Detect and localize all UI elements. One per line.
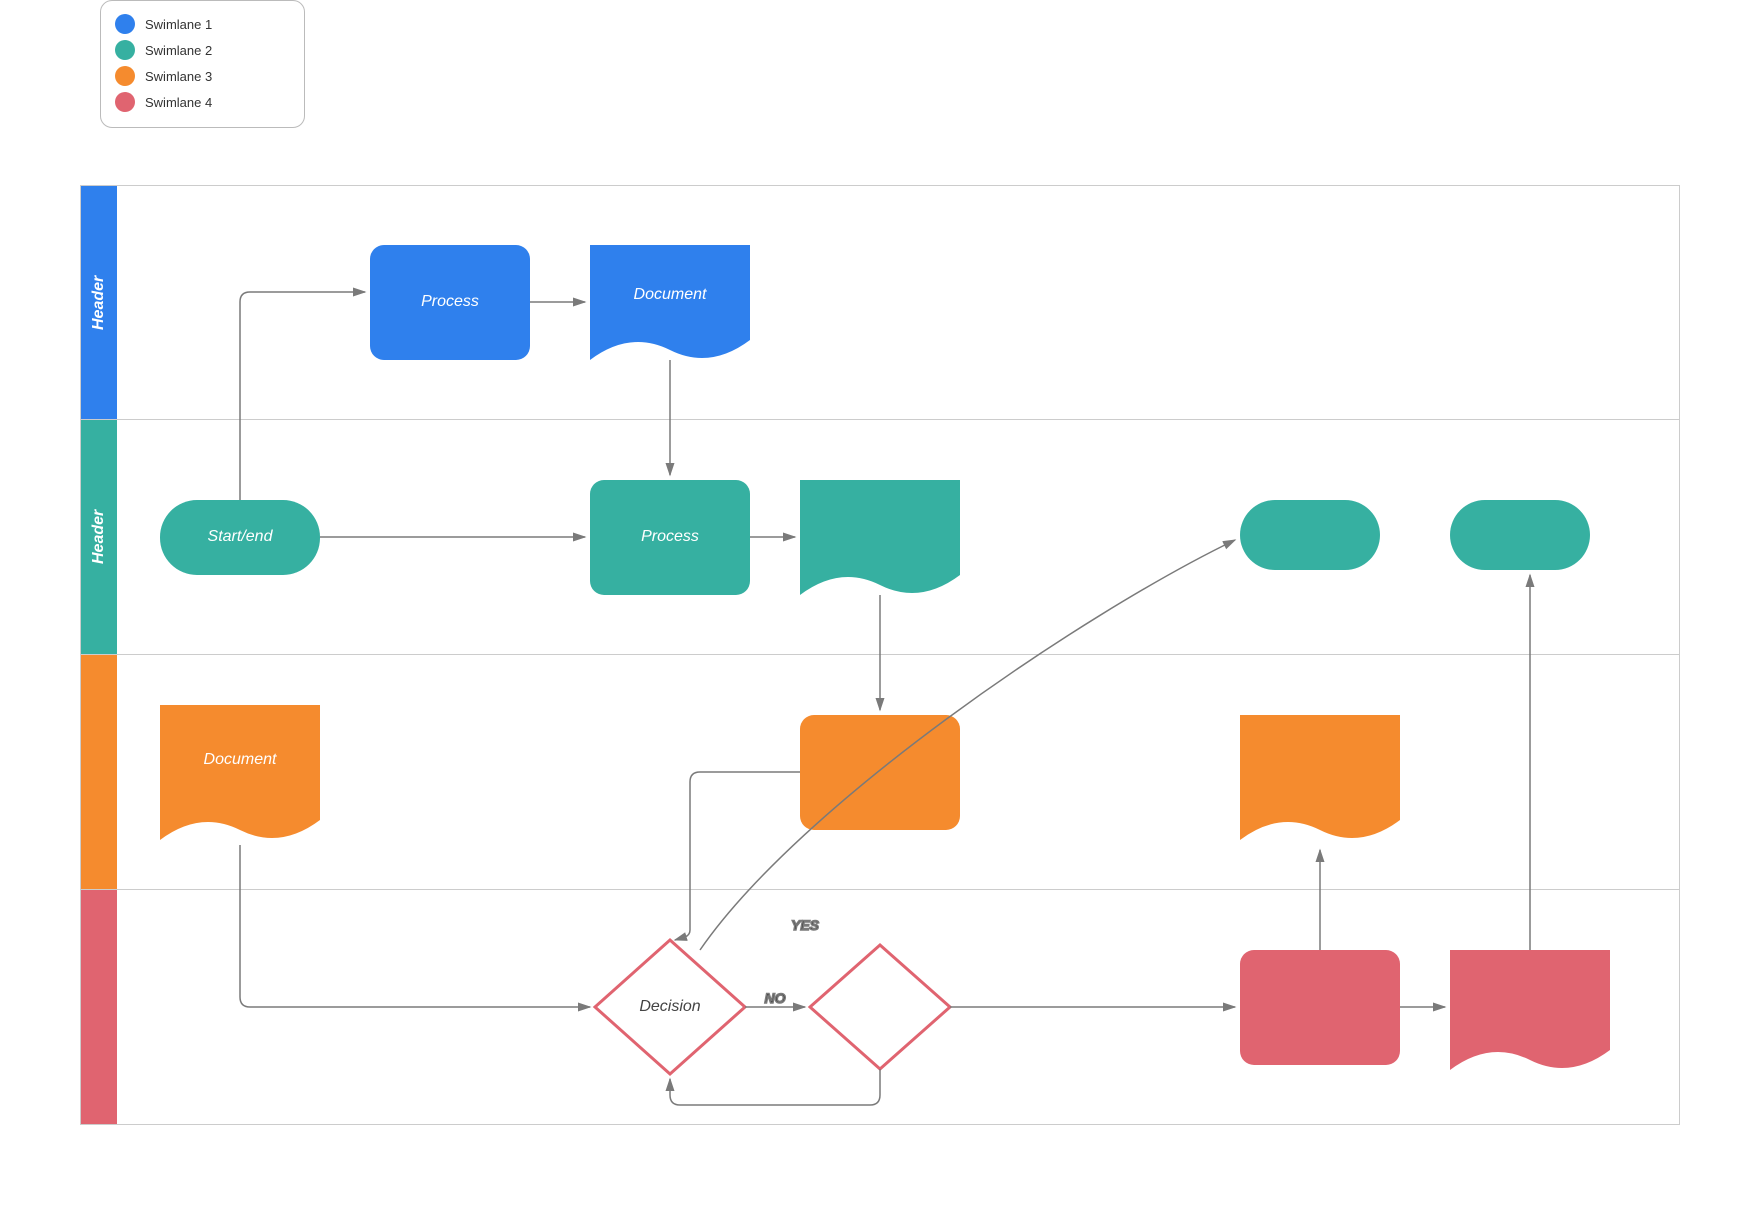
node-document-orange-right[interactable]: [1240, 715, 1400, 840]
legend-label-4: Swimlane 4: [145, 95, 212, 110]
node-document-teal[interactable]: [800, 480, 960, 595]
node-terminator-teal-2[interactable]: [1450, 500, 1590, 570]
node-process-red[interactable]: [1240, 950, 1400, 1065]
node-document-blue-label: Document: [634, 286, 707, 303]
swimlane-container: Header Header: [80, 185, 1680, 1125]
node-startend[interactable]: Start/end: [160, 500, 320, 575]
legend-label-3: Swimlane 3: [145, 69, 212, 84]
legend-label-1: Swimlane 1: [145, 17, 212, 32]
legend-row: Swimlane 4: [115, 89, 290, 115]
legend-dot-2: [115, 40, 135, 60]
legend-row: Swimlane 2: [115, 37, 290, 63]
node-process-blue-label: Process: [421, 293, 479, 310]
legend-row: Swimlane 3: [115, 63, 290, 89]
node-process-teal-label: Process: [641, 528, 699, 545]
node-process-orange[interactable]: [800, 715, 960, 830]
legend-dot-3: [115, 66, 135, 86]
edge-docorangeleft-decision1: [240, 845, 590, 1007]
node-startend-label: Start/end: [208, 528, 274, 545]
edge-label-yes: YES: [791, 917, 820, 933]
legend-dot-1: [115, 14, 135, 34]
node-document-orange-left[interactable]: Document: [160, 705, 320, 840]
node-document-blue[interactable]: Document: [590, 245, 750, 360]
node-decision-1-label: Decision: [639, 998, 700, 1015]
edge-label-no: NO: [765, 990, 786, 1006]
diagram-svg: Process Document Start/end Process: [80, 185, 1680, 1125]
node-process-teal[interactable]: Process: [590, 480, 750, 595]
node-document-orange-left-label: Document: [204, 751, 277, 768]
edge-decision2-loop: [670, 1069, 880, 1105]
edge-decision1-yes: [700, 540, 1235, 950]
edge-start-process: [240, 292, 365, 500]
node-process-blue[interactable]: Process: [370, 245, 530, 360]
node-decision-1[interactable]: Decision: [595, 940, 745, 1074]
node-decision-2[interactable]: [810, 945, 950, 1069]
legend-dot-4: [115, 92, 135, 112]
legend-label-2: Swimlane 2: [145, 43, 212, 58]
canvas: Swimlane 1 Swimlane 2 Swimlane 3 Swimlan…: [0, 0, 1760, 1229]
node-terminator-teal-1[interactable]: [1240, 500, 1380, 570]
node-document-red[interactable]: [1450, 950, 1610, 1070]
legend-row: Swimlane 1: [115, 11, 290, 37]
legend: Swimlane 1 Swimlane 2 Swimlane 3 Swimlan…: [100, 0, 305, 128]
